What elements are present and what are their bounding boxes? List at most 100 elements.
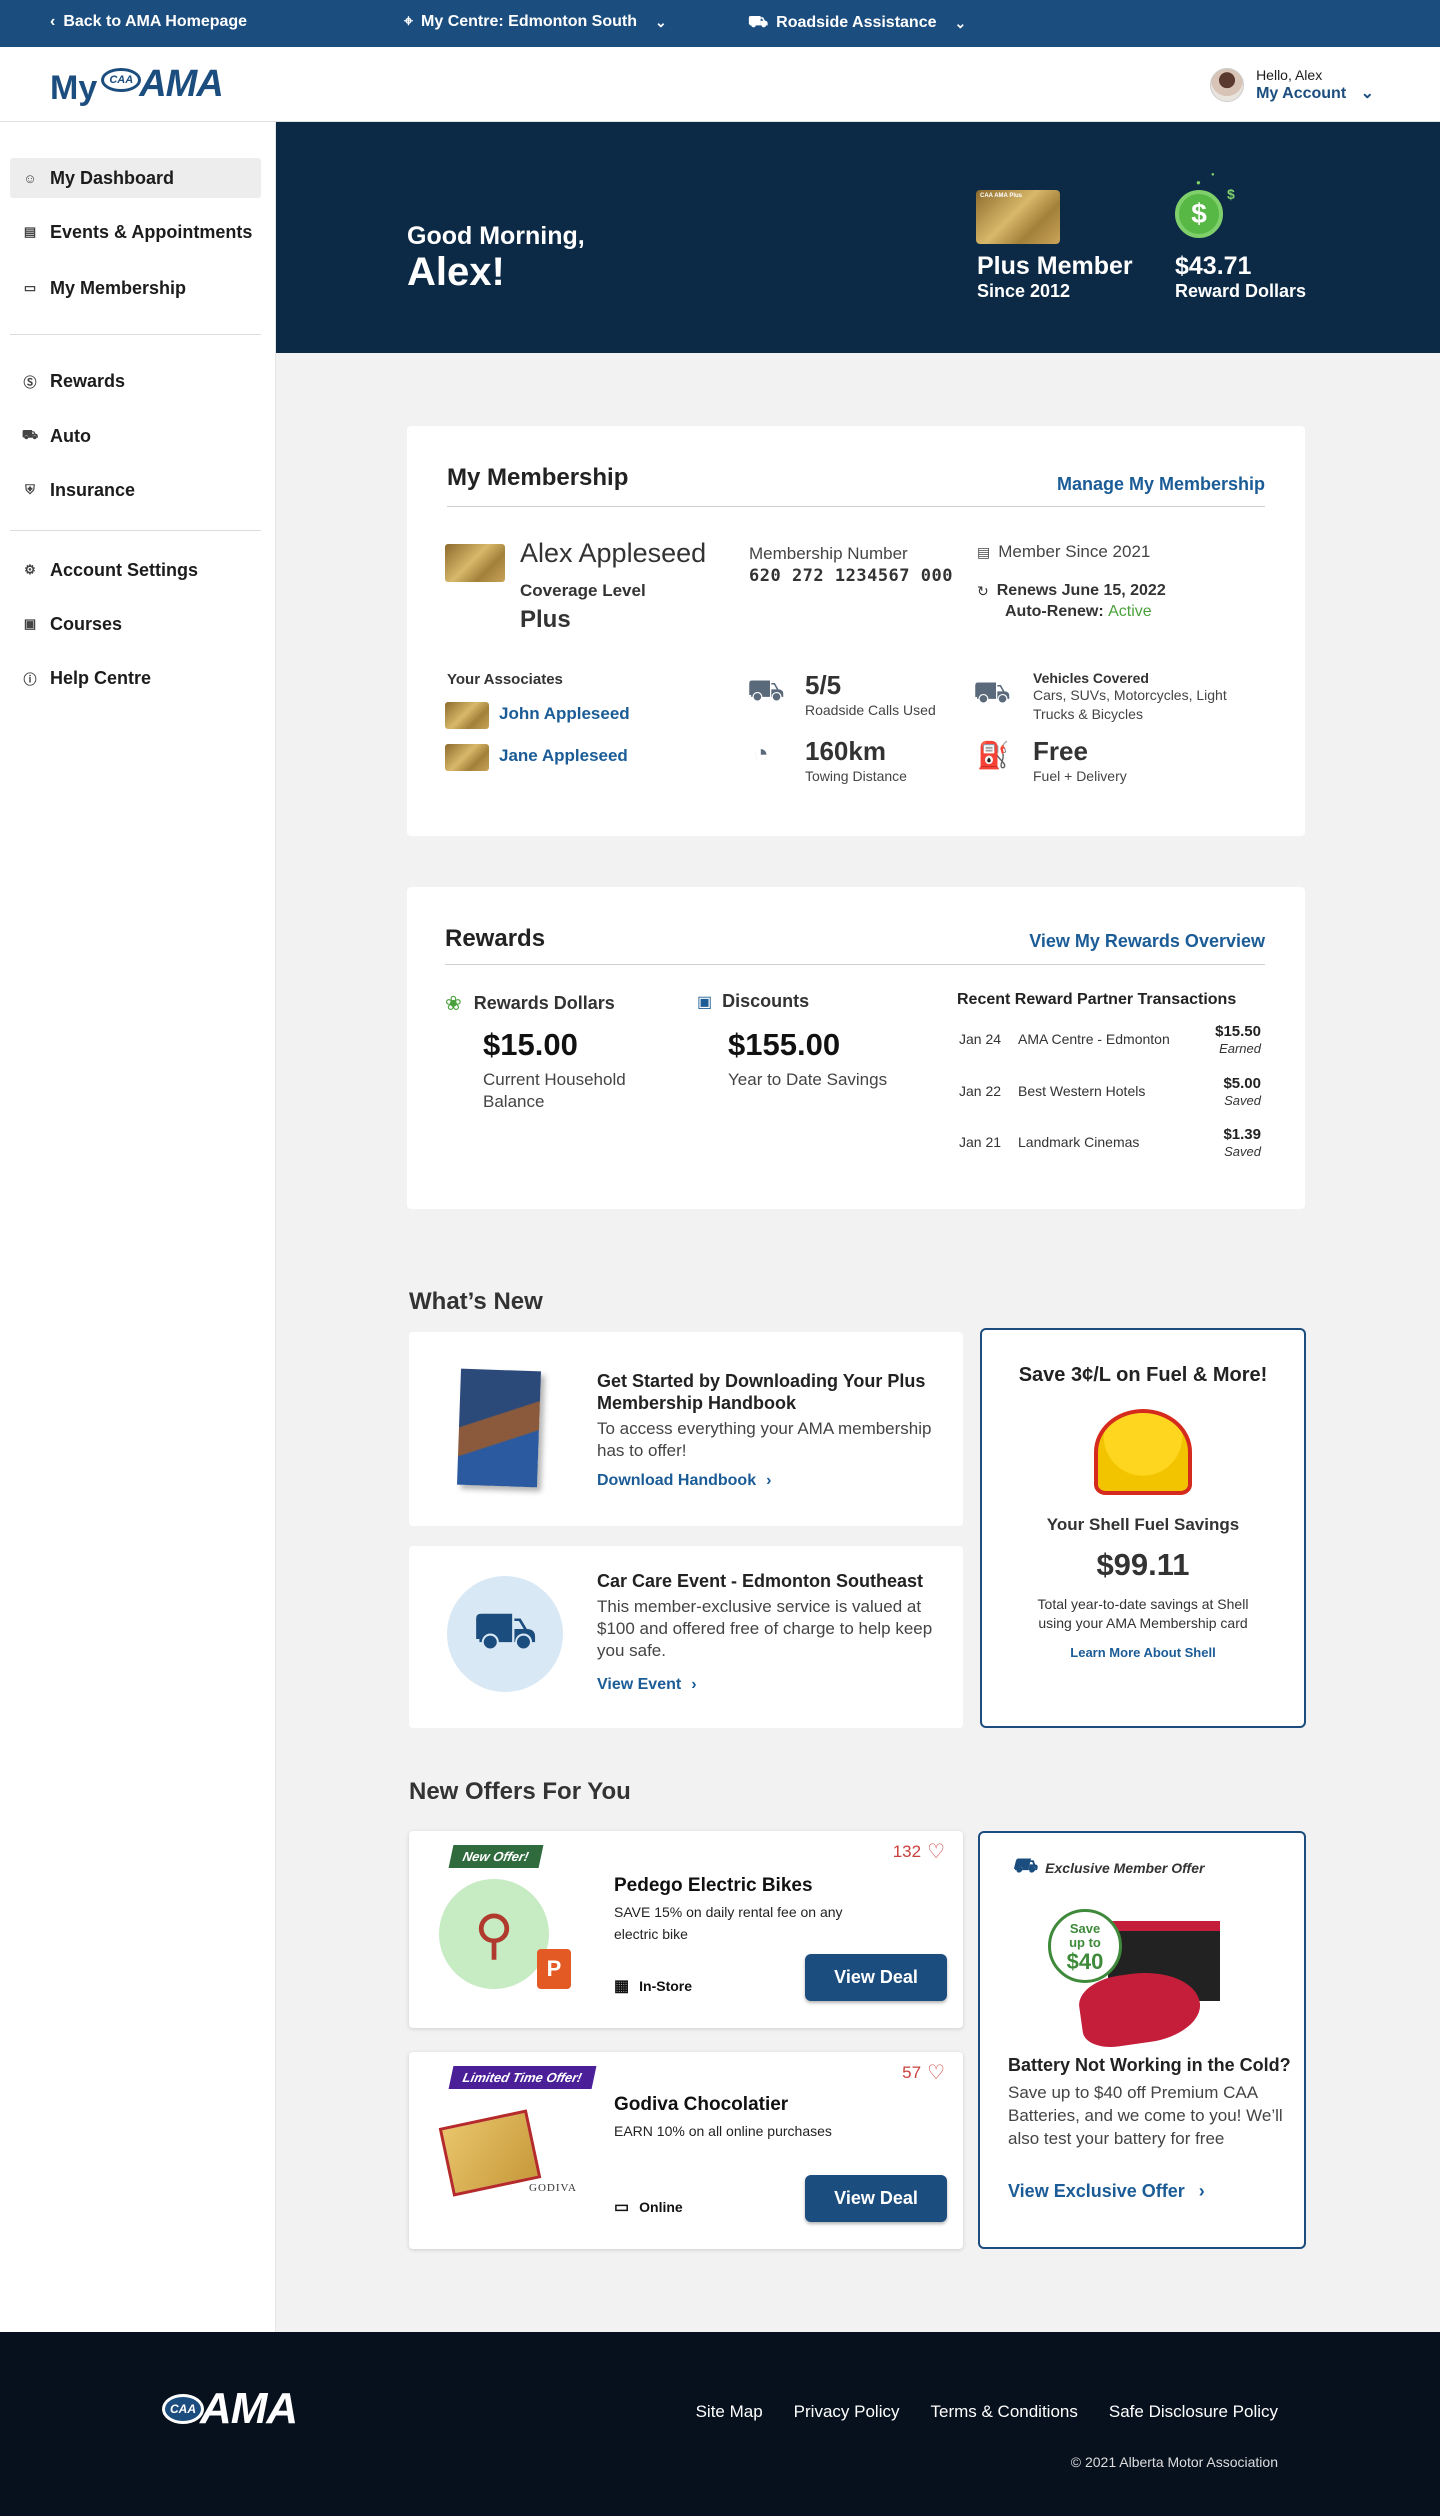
roadside-calls-value: 5/5 [805,670,842,700]
shell-logo [1094,1409,1192,1495]
discounts-value: $155.00 [728,1027,841,1062]
transaction-type: Saved [1224,1093,1261,1108]
sidebar-item-dashboard[interactable]: ☺ My Dashboard [10,158,261,198]
associates-label: Your Associates [447,671,563,688]
transaction-name: Landmark Cinemas [1018,1134,1140,1150]
rewards-dollars-value: $15.00 [483,1027,578,1062]
sidebar-divider [10,530,261,531]
privacy-policy-link[interactable]: Privacy Policy [794,2402,900,2422]
chevron-down-icon: ⌄ [954,14,967,31]
calendar-icon: ▤ [977,543,991,560]
top-bar: ‹ Back to AMA Homepage ⌖ My Centre: Edmo… [0,0,1440,47]
reward-dollars-summary[interactable]: $43.71 Reward Dollars [1175,252,1306,302]
like-button[interactable]: 132 ♡ [893,1839,945,1864]
roadside-assistance-dropdown[interactable]: ⛟ Roadside Assistance ⌄ [748,13,966,33]
event-title: Car Care Event - Edmonton Southeast [597,1571,924,1591]
transaction-amount: $15.50 [1215,1023,1261,1040]
transaction-type: Saved [1224,1144,1261,1159]
terms-link[interactable]: Terms & Conditions [930,2402,1077,2422]
view-deal-button[interactable]: View Deal [805,1954,947,2001]
associate-link[interactable]: John Appleseed [499,704,630,724]
transaction-date: Jan 21 [959,1134,1002,1150]
chevron-down-icon: ⌄ [1360,85,1374,102]
transaction-type: Earned [1219,1041,1261,1056]
site-header: My CAA AMA Hello, Alex My Account ⌄ [0,47,1440,122]
sidebar-item-auto[interactable]: ⛟ Auto [10,416,261,456]
offer-title: Godiva Chocolatier [614,2094,789,2115]
rewards-card: Rewards View My Rewards Overview ❀ Rewar… [407,887,1305,1209]
sidebar-item-rewards[interactable]: Ⓢ Rewards [10,361,261,401]
learn-more-shell-link[interactable]: Learn More About Shell [982,1645,1304,1660]
car-sparkle-icon: ⛟ [1012,1855,1038,1877]
dollar-icon: Ⓢ [23,374,37,390]
location-pin-icon: ⌖ [404,13,414,30]
divider [447,506,1265,507]
online-indicator: ▭ Online [614,2199,683,2216]
view-event-link[interactable]: View Event › [597,1676,697,1694]
member-since: ▤ Member Since 2021 [977,542,1151,561]
transaction-name: Best Western Hotels [1018,1083,1146,1099]
sidebar: ☺ My Dashboard ▤ Events & Appointments ▭… [0,122,276,2332]
view-deal-button[interactable]: View Deal [805,2175,947,2222]
chevron-right-icon: › [691,1676,697,1693]
laptop-icon: ▭ [614,2199,630,2216]
shell-fuel-savings-card: Save 3¢/L on Fuel & More! Your Shell Fue… [980,1328,1306,1728]
piggy-bank-icon: ❀ [445,993,462,1015]
offer-card-godiva: Limited Time Offer! 57 ♡ GODIVA Godiva Ch… [409,2052,963,2249]
transaction-date: Jan 24 [959,1031,1002,1047]
handbook-title: Get Started by Downloading Your Plus Mem… [597,1371,926,1413]
chevron-right-icon: › [1198,2181,1205,2201]
associate-link[interactable]: Jane Appleseed [499,746,628,766]
download-handbook-link[interactable]: Download Handbook › [597,1472,771,1490]
sidebar-item-help-centre[interactable]: ⓘ Help Centre [10,658,261,698]
whats-new-title: What’s New [409,1288,543,1315]
car-icon: ⛟ [973,676,1011,709]
tow-truck-icon: ⛟ [748,14,769,31]
electric-bike-image: ⚲ [439,1879,549,1989]
sidebar-item-courses[interactable]: ▣ Courses [10,604,261,644]
offer-desc: SAVE 15% on daily rental fee on any elec… [614,1904,843,1942]
my-centre-dropdown[interactable]: ⌖ My Centre: Edmonton South ⌄ [404,13,667,31]
avatar [1210,68,1245,102]
footer-links: Site Map Privacy Policy Terms & Conditio… [696,2402,1278,2422]
id-card-icon: ▣ [23,616,37,631]
member-level: Plus Member Since 2012 [977,252,1133,301]
transaction-name: AMA Centre - Edmonton [1018,1031,1170,1047]
user-first-name: Alex! [407,250,505,294]
heart-icon: ♡ [927,2062,945,2084]
card-icon: ▭ [23,280,37,295]
pedego-logo: P [537,1949,571,1989]
site-map-link[interactable]: Site Map [696,2402,763,2422]
discounts-desc: Year to Date Savings [728,1070,888,1089]
car-care-event-card: ⛟ Car Care Event - Edmonton Southeast Th… [409,1546,963,1728]
copyright: © 2021 Alberta Motor Association [1070,2454,1278,2470]
car-icon: ⛟ [21,427,39,442]
roadside-calls-label: Roadside Calls Used [805,702,936,718]
view-exclusive-offer-link[interactable]: View Exclusive Offer › [1008,2181,1205,2202]
small-dollar-icon: $ [1227,186,1235,202]
sidebar-item-membership[interactable]: ▭ My Membership [10,268,261,308]
sidebar-item-insurance[interactable]: ⛨ Insurance [10,470,261,510]
fuel-delivery-label: Fuel + Delivery [1033,768,1127,784]
transaction-date: Jan 22 [959,1083,1002,1099]
sidebar-item-account-settings[interactable]: ⚙ Account Settings [10,550,261,590]
refresh-icon: ↻ [977,582,989,599]
caa-ama-logo[interactable]: CAA AMA [162,2384,298,2434]
car-care-shield-icon: ⛟ [447,1576,563,1692]
chevron-down-icon: ⌄ [655,13,667,30]
shell-savings-desc: Total year-to-date savings at Shell usin… [1037,1596,1249,1631]
membership-number-label: Membership Number [749,544,908,563]
account-menu[interactable]: Hello, Alex My Account ⌄ [1210,67,1374,103]
sidebar-item-events[interactable]: ▤ Events & Appointments [10,212,261,252]
safe-disclosure-link[interactable]: Safe Disclosure Policy [1109,2402,1278,2422]
like-button[interactable]: 57 ♡ [902,2060,945,2085]
godiva-logo: GODIVA [529,2182,577,2194]
member-name: Alex Appleseed [520,538,707,568]
membership-number: 620 272 1234567 000 [749,566,953,586]
back-to-homepage-link[interactable]: ‹ Back to AMA Homepage [50,13,247,31]
rewards-overview-link[interactable]: View My Rewards Overview [1029,931,1265,952]
my-caa-ama-logo[interactable]: My CAA AMA [50,61,224,108]
offer-card-pedego: New Offer! 132 ♡ ⚲ P Pedego Electric Bike… [409,1831,963,2028]
greeting: Good Morning, [407,222,585,250]
manage-membership-link[interactable]: Manage My Membership [1057,474,1265,495]
